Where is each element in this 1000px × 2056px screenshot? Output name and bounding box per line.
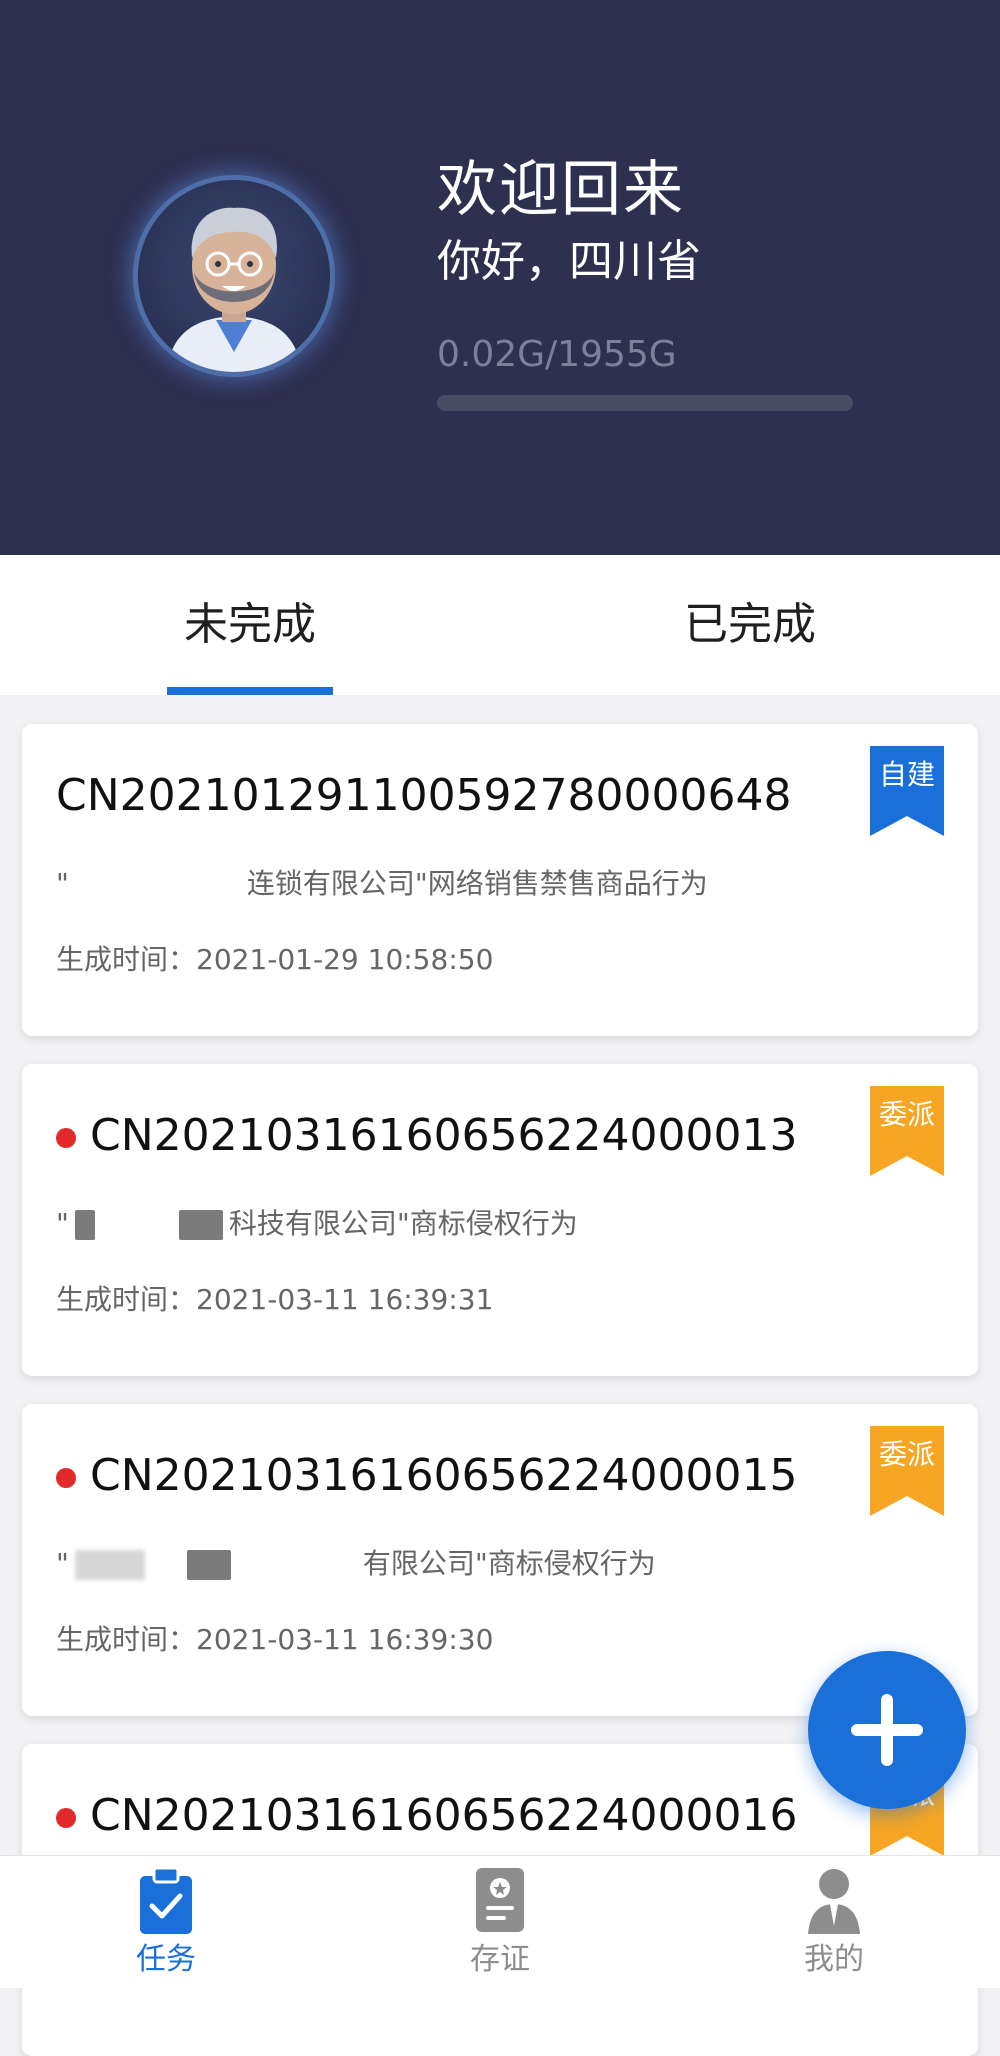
tab-incomplete[interactable]: 未完成 — [184, 595, 316, 655]
task-type-badge: 自建 — [870, 746, 944, 836]
welcome-title: 欢迎回来 — [437, 155, 685, 225]
greeting-text: 你好，四川省 — [437, 236, 701, 287]
nav-item-mine[interactable]: 我的 — [734, 1856, 934, 1988]
task-description: " 连锁有限公司"网络销售禁售商品行为 — [56, 864, 708, 904]
nav-item-evidence[interactable]: 存证 — [400, 1856, 600, 1988]
clipboard-check-icon — [140, 1866, 192, 1934]
task-code: CN202101291100592780000648 — [56, 770, 792, 821]
task-description-prefix: " — [56, 1207, 69, 1240]
task-created-time: 生成时间：2021-01-29 10:58:50 — [56, 943, 494, 976]
task-created-time: 生成时间：2021-03-11 16:39:30 — [56, 1623, 494, 1656]
nav-label-evidence: 存证 — [470, 1942, 530, 1977]
task-description-text: 科技有限公司"商标侵权行为 — [228, 1207, 578, 1240]
task-code: CN20210316160656224000015 — [90, 1450, 798, 1501]
redacted-block — [74, 1550, 145, 1580]
add-task-button[interactable] — [808, 1651, 966, 1809]
task-description-prefix: " — [56, 1547, 69, 1580]
task-created-time: 生成时间：2021-03-11 16:39:31 — [56, 1283, 494, 1316]
task-type-badge-label: 委派 — [878, 1438, 935, 1471]
task-tabs: 未完成 已完成 — [0, 555, 1000, 695]
tab-active-indicator — [167, 687, 333, 695]
certificate-icon — [476, 1868, 524, 1932]
storage-progress-bar — [437, 395, 853, 411]
task-description: " 科技有限公司"商标侵权行为 — [56, 1204, 578, 1244]
user-icon — [808, 1869, 860, 1934]
redacted-block — [178, 1210, 223, 1240]
task-card[interactable]: CN20210316160656224000013 " 科技有限公司"商标侵权行为… — [22, 1064, 978, 1376]
task-description: " 有限公司"商标侵权行为 — [56, 1544, 656, 1584]
redacted-block — [186, 1550, 231, 1580]
task-type-badge-label: 委派 — [878, 1098, 935, 1131]
avatar-illustration-icon — [166, 207, 302, 372]
task-type-badge: 委派 — [870, 1086, 944, 1176]
task-code: CN20210316160656224000016 — [90, 1790, 798, 1841]
bottom-navigation: 任务 存证 我的 — [0, 1855, 1000, 1988]
task-type-badge-label: 自建 — [878, 758, 935, 791]
nav-label-tasks: 任务 — [136, 1942, 196, 1977]
task-description-prefix: " — [56, 867, 69, 900]
task-description-text: 有限公司"商标侵权行为 — [362, 1547, 656, 1580]
avatar[interactable] — [138, 180, 330, 372]
tab-completed[interactable]: 已完成 — [684, 595, 816, 655]
task-code: CN20210316160656224000013 — [90, 1110, 798, 1161]
task-type-badge: 委派 — [870, 1426, 944, 1516]
profile-header: 欢迎回来 你好，四川省 0.02G/1955G — [0, 0, 1000, 555]
unread-dot — [56, 1808, 76, 1828]
nav-label-mine: 我的 — [804, 1942, 864, 1977]
unread-dot — [56, 1468, 76, 1488]
unread-dot — [56, 1128, 76, 1148]
task-card[interactable]: CN202101291100592780000648 " 连锁有限公司"网络销售禁… — [22, 724, 978, 1036]
nav-item-tasks[interactable]: 任务 — [66, 1856, 266, 1988]
task-description-text: 连锁有限公司"网络销售禁售商品行为 — [246, 867, 708, 900]
redacted-block — [74, 1210, 95, 1240]
storage-usage-text: 0.02G/1955G — [437, 334, 677, 375]
